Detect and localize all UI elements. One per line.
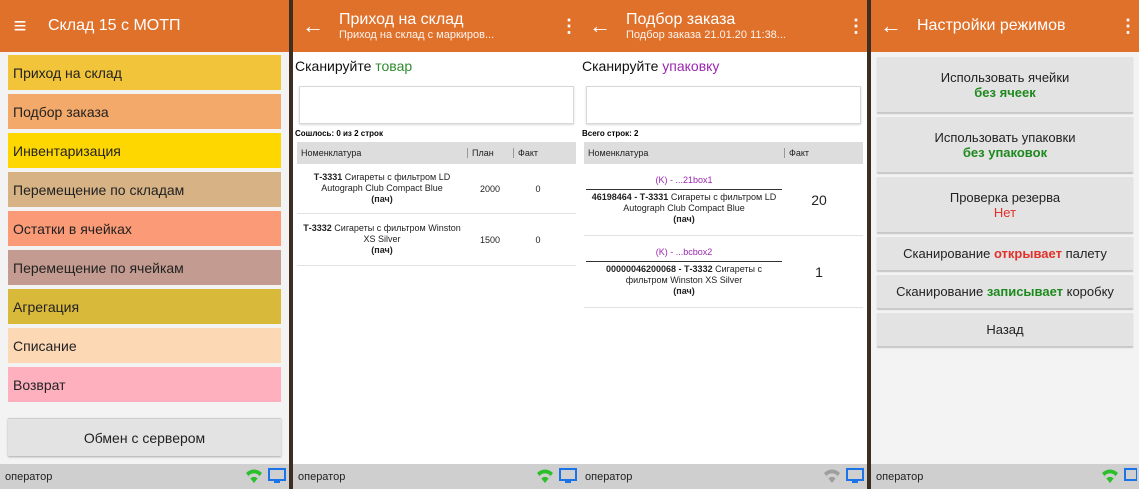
scan-input[interactable] — [299, 86, 574, 124]
main-menu-screen: ≡ Склад 15 с МОТП Приход на склад Подбор … — [0, 0, 289, 489]
fact-value: 20 — [811, 191, 827, 208]
menu-item[interactable]: Агрегация — [8, 289, 281, 324]
table-row[interactable]: (K) - ...bcbox2 00000046200068 - Т-3332 С… — [584, 236, 863, 308]
wifi-icon — [246, 469, 262, 483]
status-user: оператор — [876, 470, 924, 483]
app-bar: ← Подбор заказа Подбор заказа 21.01.20 1… — [580, 0, 867, 52]
receipt-screen: ← Приход на склад Приход на склад с марк… — [293, 0, 580, 489]
monitor-icon — [268, 468, 286, 483]
wifi-icon — [537, 469, 553, 483]
app-bar: ≡ Склад 15 с МОТП — [0, 0, 289, 52]
column-header: Факт — [513, 148, 538, 158]
item-name: Т-3332 Сигареты с фильтром Winston XS Si… — [303, 223, 461, 255]
status-user: оператор — [5, 470, 53, 483]
back-arrow-icon[interactable]: ← — [871, 15, 911, 37]
status-bar: оператор — [871, 464, 1139, 489]
scan-prompt: Сканируйте товар — [295, 58, 413, 74]
picking-screen: ← Подбор заказа Подбор заказа 21.01.20 1… — [580, 0, 867, 489]
scan-writes-value: записывает — [986, 284, 1063, 299]
column-header: Номенклатура — [301, 148, 362, 158]
monitor-icon — [846, 468, 864, 483]
settings-list: Использовать ячейки без ячеек Использова… — [871, 52, 1139, 347]
table-row[interactable]: Т-3332 Сигареты с фильтром Winston XS Si… — [297, 214, 576, 266]
table-row[interactable]: (K) - ...21box1 46198464 - Т-3331 Сигарет… — [584, 164, 863, 236]
picking-table: (K) - ...21box1 46198464 - Т-3331 Сигарет… — [580, 164, 867, 308]
scan-opens-value: открывает — [993, 246, 1062, 261]
server-exchange-button[interactable]: Обмен с сервером — [8, 418, 281, 456]
reserve-check-value: Нет — [993, 204, 1017, 220]
page-title: Приход на склад — [339, 11, 464, 28]
scan-opens-pallet-button[interactable]: Сканирование открывает палету — [877, 237, 1133, 271]
package-code: (K) - ...bcbox2 — [586, 247, 782, 262]
rows-info: Всего строк: 2 — [582, 129, 639, 138]
monitor-icon — [559, 468, 577, 483]
table-row[interactable]: Т-3331 Сигареты с фильтром LD Autograph … — [297, 164, 576, 214]
package-code: (K) - ...21box1 — [586, 175, 782, 190]
wifi-icon — [824, 469, 840, 483]
more-vert-icon[interactable]: ⋮ — [1117, 16, 1139, 37]
reserve-check-button[interactable]: Проверка резерва Нет — [877, 177, 1133, 233]
back-button[interactable]: Назад — [877, 313, 1133, 347]
scan-prompt: Сканируйте упаковку — [582, 58, 720, 74]
wifi-icon — [1102, 469, 1118, 483]
use-cells-value: без ячеек — [974, 84, 1036, 100]
menu-item[interactable]: Перемещение по складам — [8, 172, 281, 207]
menu-item[interactable]: Инвентаризация — [8, 133, 281, 168]
scan-input[interactable] — [586, 86, 861, 124]
use-packages-button[interactable]: Использовать упаковки без упаковок — [877, 117, 1133, 173]
column-header: План — [467, 148, 513, 158]
scan-target: упаковку — [662, 58, 720, 74]
app-bar: ← Приход на склад Приход на склад с марк… — [293, 0, 580, 52]
menu-item[interactable]: Остатки в ячейках — [8, 211, 281, 246]
monitor-icon — [1124, 468, 1137, 481]
settings-screen: ← Настройки режимов ⋮ Использовать ячейк… — [871, 0, 1139, 489]
menu-item[interactable]: Списание — [8, 328, 281, 363]
page-title: Подбор заказа — [626, 11, 736, 28]
menu-item[interactable]: Перемещение по ячейкам — [8, 250, 281, 285]
fact-value: 0 — [535, 183, 541, 194]
item-name: (K) - ...21box1 46198464 - Т-3331 Сигарет… — [584, 171, 784, 229]
table-header: Номенклатура План Факт — [297, 142, 576, 164]
receipt-table: Т-3331 Сигареты с фильтром LD Autograph … — [293, 164, 580, 266]
status-user: оператор — [298, 470, 346, 483]
plan-value: 1500 — [479, 234, 501, 245]
column-header: Номенклатура — [588, 148, 649, 158]
more-vert-icon[interactable]: ⋮ — [845, 16, 867, 37]
status-bar: оператор — [0, 464, 289, 489]
page-title: Настройки режимов — [917, 17, 1066, 34]
item-name: (K) - ...bcbox2 00000046200068 - Т-3332 С… — [584, 243, 784, 301]
menu-item[interactable]: Подбор заказа — [8, 94, 281, 129]
scan-writes-box-button[interactable]: Сканирование записывает коробку — [877, 275, 1133, 309]
status-bar: оператор — [293, 464, 580, 489]
hamburger-menu-icon[interactable]: ≡ — [0, 15, 40, 37]
page-title: Склад 15 с МОТП — [48, 17, 181, 34]
plan-value: 2000 — [479, 183, 501, 194]
status-user: оператор — [585, 470, 633, 483]
more-vert-icon[interactable]: ⋮ — [558, 16, 580, 37]
use-packages-value: без упаковок — [962, 144, 1048, 160]
use-cells-button[interactable]: Использовать ячейки без ячеек — [877, 57, 1133, 113]
back-arrow-icon[interactable]: ← — [580, 15, 620, 37]
screens-collage: ≡ Склад 15 с МОТП Приход на склад Подбор … — [0, 0, 1139, 489]
back-arrow-icon[interactable]: ← — [293, 15, 333, 37]
page-subtitle: Приход на склад с маркиров... — [339, 29, 495, 41]
menu-item[interactable]: Приход на склад — [8, 55, 281, 90]
status-bar: оператор — [580, 464, 867, 489]
column-header: Факт — [784, 148, 809, 158]
fact-value: 1 — [815, 263, 823, 280]
rows-info: Сошлось: 0 из 2 строк — [295, 129, 383, 138]
app-bar: ← Настройки режимов ⋮ — [871, 0, 1139, 52]
item-name: Т-3331 Сигареты с фильтром LD Autograph … — [313, 172, 451, 204]
page-subtitle: Подбор заказа 21.01.20 11:38... — [626, 29, 786, 41]
table-header: Номенклатура Факт — [584, 142, 863, 164]
scan-target: товар — [375, 58, 413, 74]
main-menu-list: Приход на склад Подбор заказа Инвентаризац… — [0, 55, 289, 402]
fact-value: 0 — [535, 234, 541, 245]
menu-item[interactable]: Возврат — [8, 367, 281, 402]
